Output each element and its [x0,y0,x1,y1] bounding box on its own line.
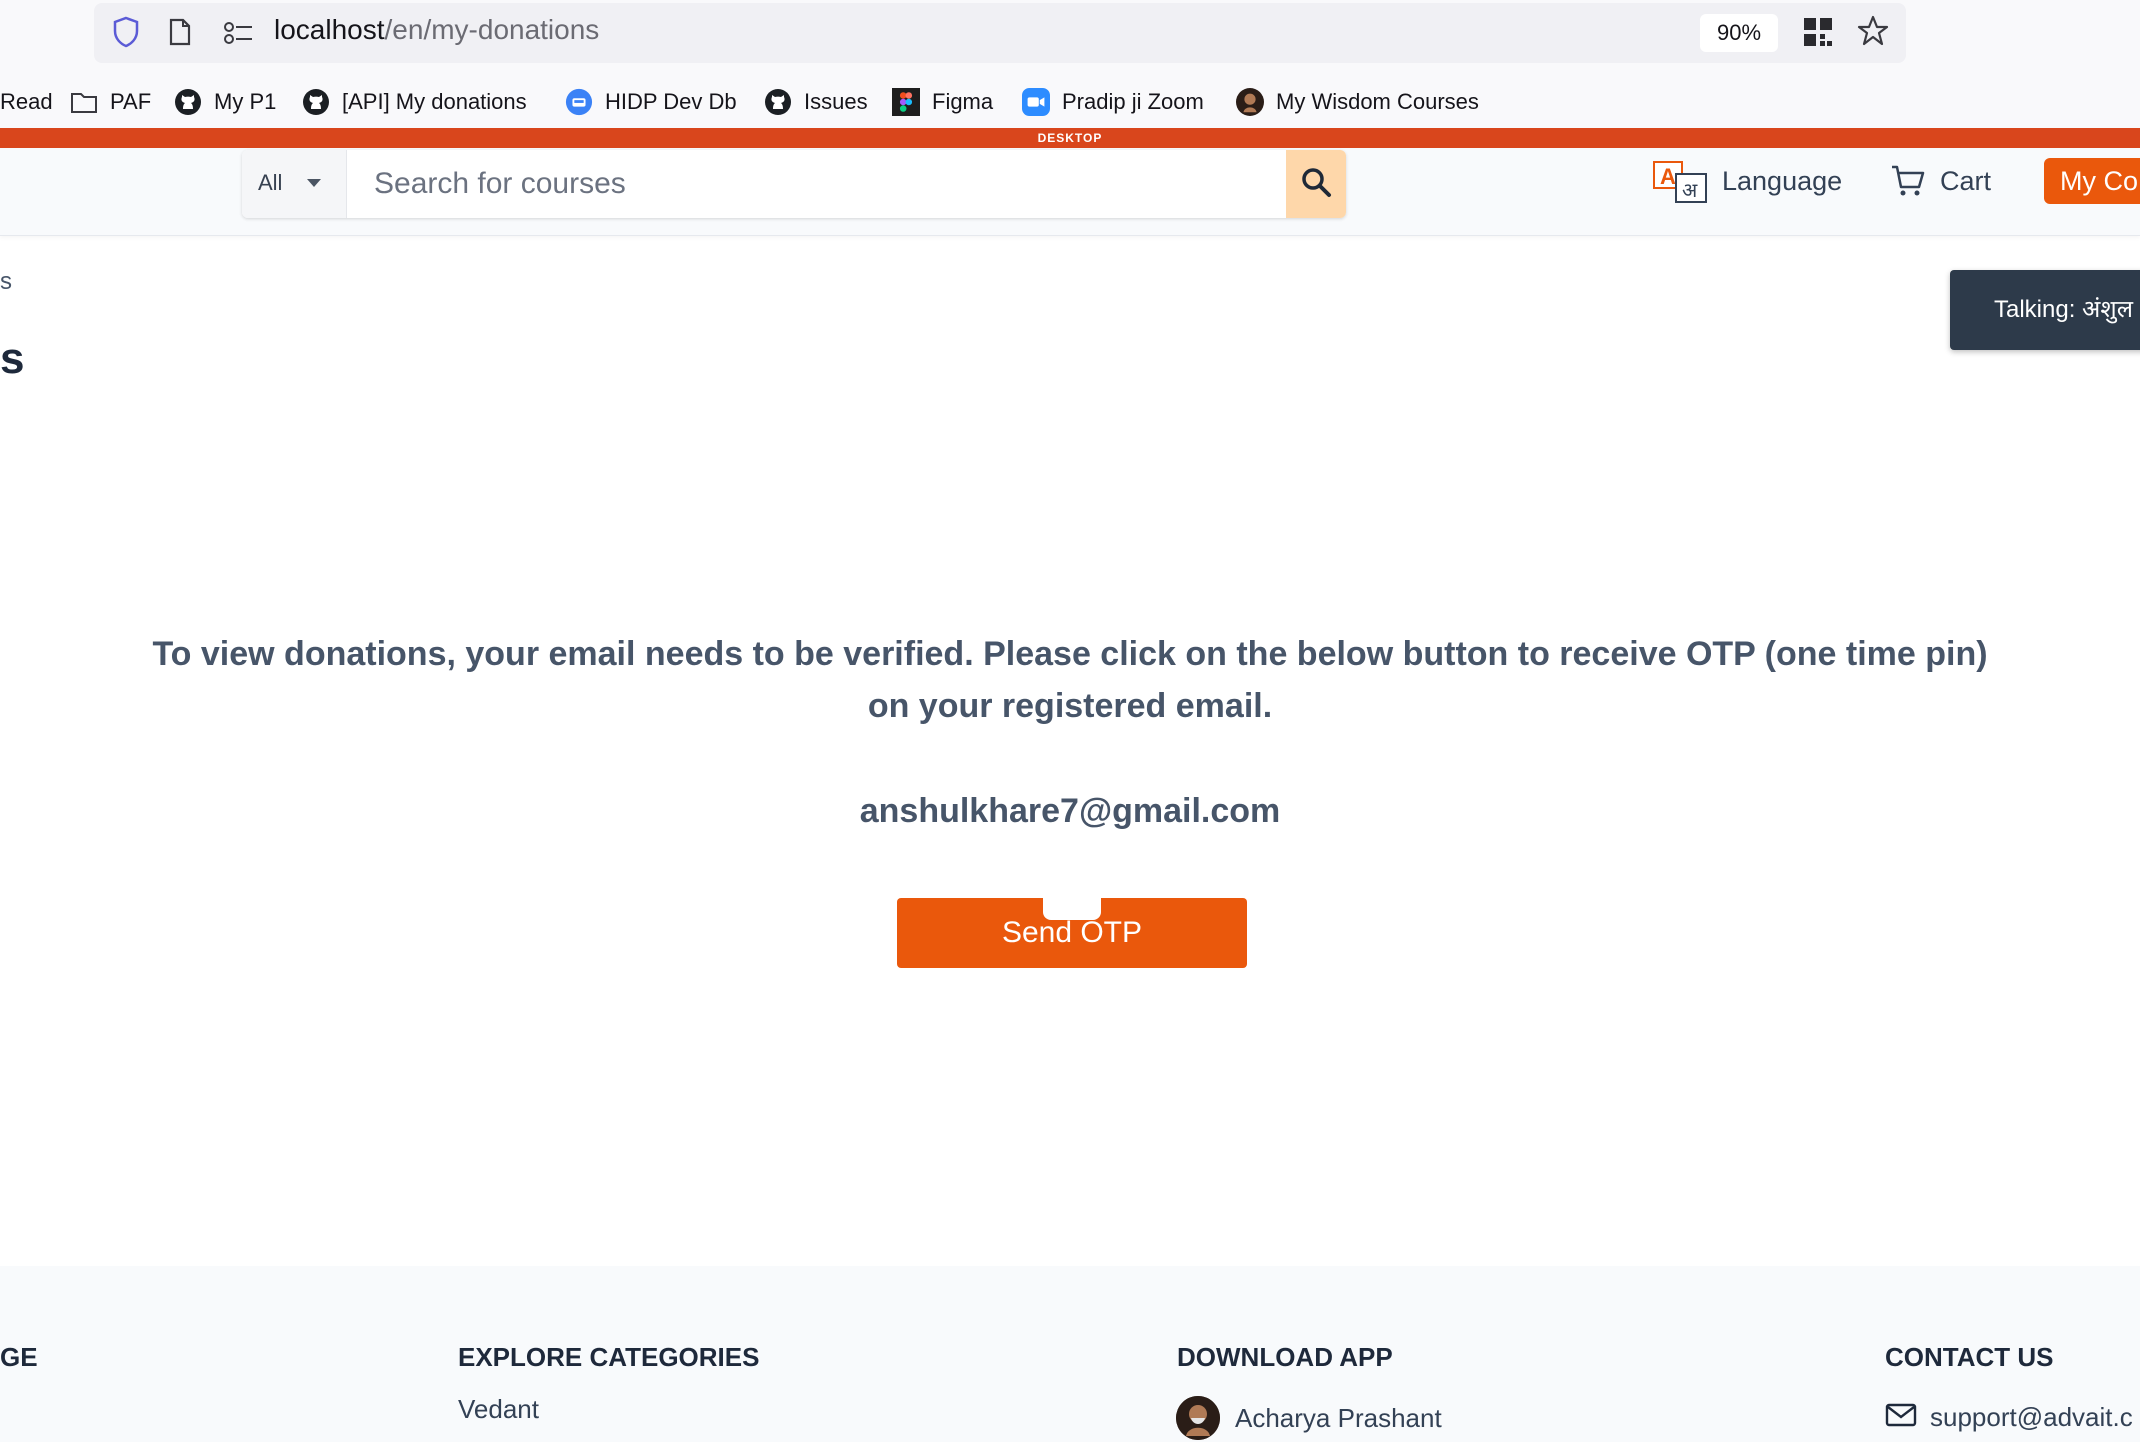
footer-link-acharya-prashant[interactable]: Acharya Prashant [1235,1403,1442,1434]
avatar-icon [1236,88,1264,116]
zoom-icon [1022,88,1050,116]
bookmark-label: My Wisdom Courses [1276,89,1479,114]
bookmark-my-wisdom-courses[interactable]: My Wisdom Courses [1236,84,1479,120]
bookmark-label: Issues [804,89,868,114]
cart-button[interactable]: Cart [1940,166,1991,197]
footer-link-support-email[interactable]: support@advait.c [1930,1402,2133,1433]
url-path: /en/my-donations [384,14,600,45]
environment-label: DESKTOP [1037,131,1103,145]
search-button[interactable] [1286,150,1346,218]
verification-message: To view donations, your email needs to b… [152,635,1988,725]
footer-heading-1: GE [0,1342,38,1372]
svg-text:A: A [1660,164,1676,189]
github-icon [174,88,202,116]
bookmark-label: Figma [932,89,994,114]
bookmark-label: Pradip ji Zoom [1062,89,1204,114]
figma-icon [892,88,920,116]
bookmark-label: My P1 [214,89,277,114]
bookmark-label: Read [0,89,53,114]
footer-heading-download-app: DOWNLOAD APP [1177,1342,1393,1372]
bookmark-star-icon[interactable] [1856,14,1890,53]
svg-text:अ: अ [1682,178,1698,202]
mail-icon [1885,1402,1917,1433]
bookmark-label: [API] My donations [342,89,527,114]
screen-notch-overlay [1043,898,1101,920]
github-icon [764,88,792,116]
bookmark-api-my-donations[interactable]: [API] My donations [302,84,527,120]
talking-toast: Talking: अंशुल [1950,270,2140,350]
search-input[interactable] [352,152,1282,216]
database-icon [565,88,593,116]
bookmark-label: PAF [110,89,152,114]
footer-heading-contact-us: CONTACT US [1885,1342,2054,1372]
bookmark-figma[interactable]: Figma [892,84,993,120]
page-icon[interactable] [168,18,192,51]
language-icon[interactable]: Aअ [1652,160,1710,209]
cart-icon[interactable] [1890,163,1926,204]
url-host: localhost [274,14,385,45]
breadcrumb[interactable]: s [0,268,12,296]
github-icon [302,88,330,116]
shield-icon[interactable] [112,16,140,53]
bookmark-pradip-ji-zoom[interactable]: Pradip ji Zoom [1022,84,1204,120]
bookmark-paf[interactable]: PAF [70,84,151,120]
footer-heading-explore-categories: EXPLORE CATEGORIES [458,1342,760,1372]
category-select-value: All [258,170,283,195]
my-courses-button[interactable]: My Co [2044,158,2140,204]
qr-code-icon[interactable] [1802,16,1834,53]
zoom-level-badge[interactable]: 90% [1700,14,1778,52]
folder-icon [70,88,98,116]
site-permissions-icon[interactable] [222,20,254,51]
footer-link-vedant[interactable]: Vedant [458,1394,539,1425]
bookmark-my-p1[interactable]: My P1 [174,84,276,120]
url-text[interactable]: localhost/en/my-donations [274,14,599,46]
language-button[interactable]: Language [1722,166,1842,197]
chevron-down-icon [305,176,323,194]
bookmark-read[interactable]: Read [0,84,53,120]
bookmark-label: HIDP Dev Db [605,89,737,114]
site-footer [0,1266,2140,1442]
bookmark-hidp-dev-db[interactable]: HIDP Dev Db [565,84,737,120]
registered-email: anshulkhare7@gmail.com [859,792,1281,830]
search-icon [1299,165,1333,204]
acharya-prashant-avatar [1176,1396,1220,1440]
page-title: s [0,334,25,383]
bookmark-issues[interactable]: Issues [764,84,868,120]
